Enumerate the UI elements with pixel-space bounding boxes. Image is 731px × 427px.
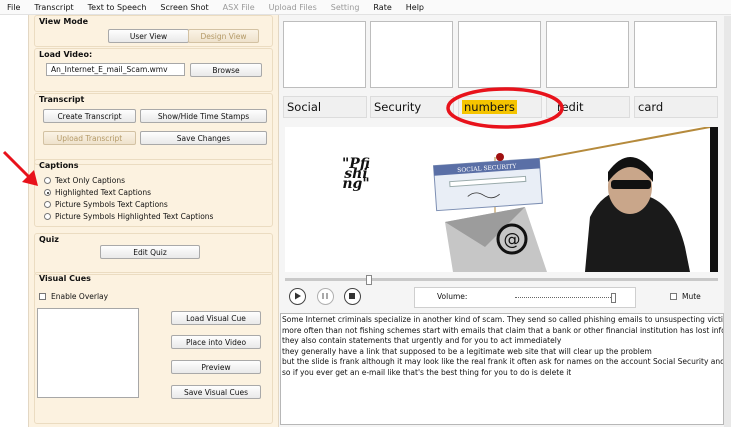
pause-button[interactable] [317, 288, 334, 305]
view-mode-group: View Mode User View Design View [34, 15, 273, 47]
enable-overlay-label: Enable Overlay [51, 292, 109, 301]
volume-label: Volume: [437, 292, 468, 301]
annotation-ellipse-icon [446, 87, 564, 129]
design-view-button[interactable]: Design View [188, 29, 259, 43]
caption-word-text: card [638, 100, 664, 114]
menu-rate[interactable]: Rate [366, 3, 398, 12]
load-visual-cue-button[interactable]: Load Visual Cue [171, 311, 261, 325]
video-player[interactable]: SOCIAL SECURITY @ "Pfishing" [285, 127, 718, 272]
menu-bar: File Transcript Text to Speech Screen Shot A… [0, 0, 731, 15]
caption-option-label: Highlighted Text Captions [55, 188, 152, 197]
menu-upload-files[interactable]: Upload Files [262, 3, 324, 12]
place-into-video-button[interactable]: Place into Video [171, 335, 261, 349]
transcript-text-area[interactable]: Some Internet criminals specialize in an… [280, 313, 724, 425]
transcript-title: Transcript [39, 95, 85, 104]
pause-icon [322, 293, 328, 299]
caption-word-text: Security [374, 100, 422, 114]
caption-option-picture-symbols-highlighted[interactable]: Picture Symbols Highlighted Text Caption… [44, 212, 213, 221]
transcript-line: more often than not fishing schemes star… [282, 325, 723, 335]
create-transcript-button[interactable]: Create Transcript [43, 109, 136, 123]
mute-checkbox[interactable] [670, 293, 677, 300]
menu-transcript[interactable]: Transcript [27, 3, 80, 12]
radio-text-only[interactable] [44, 177, 51, 184]
radio-picture-symbols-highlighted[interactable] [44, 213, 51, 220]
transcript-line: they also contain statements that urgent… [282, 336, 562, 345]
edit-quiz-button[interactable]: Edit Quiz [100, 245, 200, 259]
save-visual-cues-button[interactable]: Save Visual Cues [171, 385, 261, 399]
menu-file[interactable]: File [0, 3, 27, 12]
transcript-line: but the slide is frank although it may l… [282, 357, 724, 366]
captions-title: Captions [39, 161, 79, 170]
play-button[interactable] [289, 288, 306, 305]
transcript-line: Some Internet criminals specialize in an… [282, 315, 723, 324]
picture-symbol-slot-1 [283, 21, 366, 88]
volume-slider[interactable] [515, 297, 615, 299]
radio-highlighted[interactable] [44, 189, 51, 196]
user-view-button[interactable]: User View [108, 29, 189, 43]
picture-symbol-slot-3 [458, 21, 541, 88]
transcript-group: Transcript Create Transcript Show/Hide T… [34, 93, 273, 165]
caption-option-highlighted[interactable]: Highlighted Text Captions [44, 188, 151, 197]
mute-label: Mute [682, 292, 701, 301]
picture-symbol-slot-4 [546, 21, 629, 88]
caption-word-text: Social [287, 100, 322, 114]
upload-transcript-button[interactable]: Upload Transcript [43, 131, 136, 145]
video-filename-field[interactable]: An_Internet_E_mail_Scam.wmv [46, 63, 185, 76]
stop-icon [349, 293, 355, 299]
menu-setting[interactable]: Setting [324, 3, 367, 12]
menu-asx-file[interactable]: ASX File [216, 3, 262, 12]
mute-row[interactable]: Mute [670, 292, 701, 301]
caption-option-text-only[interactable]: Text Only Captions [44, 176, 125, 185]
volume-panel: Volume: [414, 287, 636, 308]
seek-thumb[interactable] [366, 275, 372, 285]
annotation-arrow-icon [2, 150, 38, 186]
video-frame: SOCIAL SECURITY @ [285, 127, 718, 272]
quiz-title: Quiz [39, 235, 59, 244]
visual-cues-title: Visual Cues [39, 274, 91, 283]
enable-overlay-row[interactable]: Enable Overlay [39, 292, 108, 301]
save-changes-button[interactable]: Save Changes [140, 131, 267, 145]
load-video-group: Load Video: An_Internet_E_mail_Scam.wmv … [34, 48, 273, 92]
stop-button[interactable] [344, 288, 361, 305]
caption-word-2: Security [370, 96, 454, 118]
menu-text-to-speech[interactable]: Text to Speech [81, 3, 154, 12]
picture-symbol-slot-2 [370, 21, 453, 88]
pfishing-text: "Pfishing" [342, 156, 370, 192]
vertical-scrollbar[interactable] [724, 16, 731, 427]
caption-option-label: Picture Symbols Text Captions [55, 200, 168, 209]
seek-bar[interactable] [285, 278, 718, 281]
caption-option-label: Text Only Captions [55, 176, 125, 185]
caption-word-1: Social [283, 96, 367, 118]
visual-cues-group: Visual Cues Enable Overlay Load Visual C… [34, 272, 273, 424]
envelope-at-symbol: @ [504, 230, 521, 250]
visual-cue-preview-box [37, 308, 139, 398]
menu-help[interactable]: Help [399, 3, 431, 12]
captions-group: Captions Text Only Captions Highlighted … [34, 159, 273, 227]
radio-picture-symbols[interactable] [44, 201, 51, 208]
quiz-group: Quiz Edit Quiz [34, 233, 273, 275]
picture-symbol-slot-5 [634, 21, 717, 88]
caption-option-picture-symbols[interactable]: Picture Symbols Text Captions [44, 200, 168, 209]
volume-thumb[interactable] [611, 293, 616, 303]
view-mode-title: View Mode [39, 17, 89, 26]
browse-button[interactable]: Browse [190, 63, 262, 77]
play-icon [295, 292, 301, 300]
caption-word-5: card [634, 96, 718, 118]
enable-overlay-checkbox[interactable] [39, 293, 46, 300]
preview-button[interactable]: Preview [171, 360, 261, 374]
left-panel: View Mode User View Design View Load Vid… [28, 15, 279, 427]
transcript-line: they generally have a link that supposed… [282, 346, 652, 356]
load-video-title: Load Video: [39, 50, 93, 59]
transcript-line: so if you ever get an e-mail like that's… [282, 367, 572, 377]
show-hide-timestamps-button[interactable]: Show/Hide Time Stamps [140, 109, 267, 123]
menu-screen-shot[interactable]: Screen Shot [153, 3, 215, 12]
caption-option-label: Picture Symbols Highlighted Text Caption… [55, 212, 214, 221]
